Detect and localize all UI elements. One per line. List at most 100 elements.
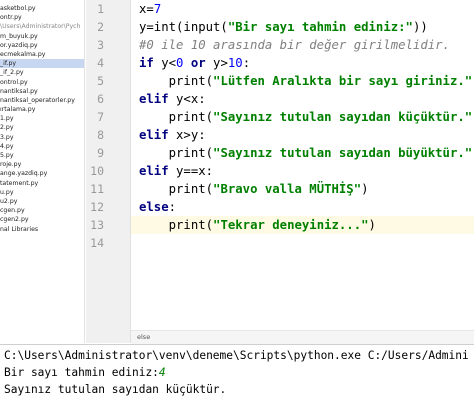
project-file-item[interactable]: ange.yazdiq.py <box>0 169 84 178</box>
code-line-text: #0 ile 10 arasında bir değer girilmelidi… <box>139 36 450 54</box>
string-token: "Bir sayı tahmin ediniz:" <box>227 20 413 34</box>
comment-token: #0 ile 10 arasında bir değer girilmelidi… <box>139 38 450 52</box>
line-number: 9 <box>97 146 104 160</box>
code-line-text: x=7 <box>139 0 161 18</box>
keyword-token: if <box>139 56 154 70</box>
line-number: 10 <box>90 164 104 178</box>
console-user-input: 4 <box>158 366 166 379</box>
code-line-text: print("Lütfen Aralıkta bir sayı giriniz.… <box>139 72 474 90</box>
code-line[interactable]: print("Lütfen Aralıkta bir sayı giriniz.… <box>131 72 474 90</box>
keyword-token: elif <box>139 128 169 142</box>
code-line-text: else: <box>139 198 176 216</box>
breadcrumb-label: else <box>137 333 151 341</box>
project-file-item[interactable]: asketbol.py <box>0 4 84 13</box>
project-file-item[interactable]: 1.py <box>0 114 84 123</box>
project-file-item[interactable]: _if_2.py <box>0 68 84 77</box>
code-token: )) <box>412 20 428 34</box>
code-line[interactable]: print("Bravo valla MÜTHİŞ") <box>131 180 474 198</box>
console-prompt: Bir sayı tahmin ediniz: <box>4 366 159 379</box>
breadcrumb[interactable]: else <box>131 330 474 344</box>
code-token: x>y: <box>168 128 206 142</box>
code-token: : <box>242 56 251 70</box>
string-token: "Tekrar deneyiniz..." <box>213 218 369 232</box>
keyword-token: else <box>139 200 169 214</box>
code-line[interactable]: x=7 <box>131 0 474 18</box>
code-line-text: print("Bravo valla MÜTHİŞ") <box>139 180 369 198</box>
project-file-item[interactable]: nantiksal_operatorler.py <box>0 96 84 105</box>
project-file-item[interactable]: u2.py <box>0 197 84 206</box>
line-number: 2 <box>97 20 104 34</box>
code-token: y==x: <box>168 164 214 178</box>
code-token: ) <box>361 182 369 196</box>
project-file-item[interactable]: 2.py <box>0 123 84 132</box>
project-file-item[interactable]: _if.py <box>0 59 84 69</box>
code-token: print( <box>139 110 214 124</box>
code-line-text: if y<0 or y>10: <box>139 54 250 72</box>
code-line[interactable]: #0 ile 10 arasında bir değer girilmelidi… <box>131 36 474 54</box>
code-token: y<x: <box>168 92 206 106</box>
project-path[interactable]: \Users\Administrator\Pych <box>0 22 84 31</box>
project-file-item[interactable]: 5.py <box>0 151 84 160</box>
code-line-text: elif x>y: <box>139 126 206 144</box>
line-number: 4 <box>97 56 104 70</box>
code-line[interactable]: elif y<x: <box>131 90 474 108</box>
code-line[interactable]: y=int(input("Bir sayı tahmin ediniz:")) <box>131 18 474 36</box>
code-token: y> <box>205 56 228 70</box>
line-number: 12 <box>90 200 104 214</box>
code-line[interactable]: print("Sayınız tutulan sayıdan küçüktür.… <box>131 108 474 126</box>
number-token: 10 <box>227 56 243 70</box>
line-number: 13 <box>90 218 104 232</box>
string-token: "Lütfen Aralıkta bir sayı giriniz." <box>213 74 473 88</box>
project-file-item[interactable]: roje.py <box>0 160 84 169</box>
project-file-item[interactable]: ontrol.py <box>0 78 84 87</box>
keyword-token: or <box>190 56 206 70</box>
code-line[interactable]: print("Sayınız tutulan sayıdan büyüktür.… <box>131 144 474 162</box>
project-file-item[interactable]: u.py <box>0 188 84 197</box>
line-number: 5 <box>97 74 104 88</box>
code-token: y=int(input( <box>139 20 228 34</box>
code-line[interactable]: else: <box>131 198 474 216</box>
string-token: "Bravo valla MÜTHİŞ" <box>213 182 362 196</box>
code-line[interactable]: print("Tekrar deneyiniz...") <box>131 216 474 234</box>
number-token: 7 <box>153 2 162 16</box>
code-line[interactable]: if y<0 or y>10: <box>131 54 474 72</box>
project-file-item[interactable]: cgen2.py <box>0 215 84 224</box>
code-line-text: print("Sayınız tutulan sayıdan büyüktür.… <box>139 144 474 162</box>
code-editor[interactable]: x=7 y=int(input("Bir sayı tahmin ediniz:"… <box>131 0 474 330</box>
project-file-item[interactable]: nantiksal.py <box>0 87 84 96</box>
keyword-token: elif <box>139 164 169 178</box>
line-number: 8 <box>97 128 104 142</box>
line-number: 11 <box>90 182 104 196</box>
code-token: print( <box>139 182 214 196</box>
code-token: print( <box>139 218 214 232</box>
console-prompt-line: Bir sayı tahmin ediniz:4 <box>4 365 166 381</box>
run-console[interactable]: C:\Users\Administrator\venv\deneme\Scrip… <box>0 344 474 412</box>
code-token: print( <box>139 74 214 88</box>
project-file-item[interactable]: m_buyuk.py <box>0 32 84 41</box>
line-number: 6 <box>97 92 104 106</box>
code-line[interactable]: elif y==x: <box>131 162 474 180</box>
code-line[interactable] <box>131 234 474 252</box>
code-token: ) <box>368 218 376 232</box>
project-file-item[interactable]: tatement.py <box>0 179 84 188</box>
project-file-item[interactable]: nal Libraries <box>0 225 84 234</box>
code-token: print( <box>139 146 214 160</box>
project-file-item[interactable]: 3.py <box>0 133 84 142</box>
code-token: : <box>168 200 177 214</box>
project-file-item[interactable]: or.yazdiq.py <box>0 41 84 50</box>
code-line-text: print("Sayınız tutulan sayıdan küçüktür.… <box>139 108 474 126</box>
project-file-item[interactable]: 4.py <box>0 142 84 151</box>
line-number: 7 <box>97 110 104 124</box>
project-file-item[interactable]: ecmekalma.py <box>0 50 84 59</box>
string-token: "Sayınız tutulan sayıdan büyüktür." <box>213 146 473 160</box>
code-line-text: elif y==x: <box>139 162 213 180</box>
console-output: Sayınız tutulan sayıdan küçüktür. <box>4 383 227 396</box>
project-file-item[interactable]: ırtalama.py <box>0 105 84 114</box>
code-line[interactable]: elif x>y: <box>131 126 474 144</box>
line-number: 14 <box>90 236 104 250</box>
code-line-text: print("Tekrar deneyiniz...") <box>139 216 376 234</box>
code-line-text: y=int(input("Bir sayı tahmin ediniz:")) <box>139 18 428 36</box>
project-file-item[interactable]: ontr.py <box>0 13 84 22</box>
code-token: x= <box>139 2 154 16</box>
project-file-item[interactable]: cgen.py <box>0 206 84 215</box>
